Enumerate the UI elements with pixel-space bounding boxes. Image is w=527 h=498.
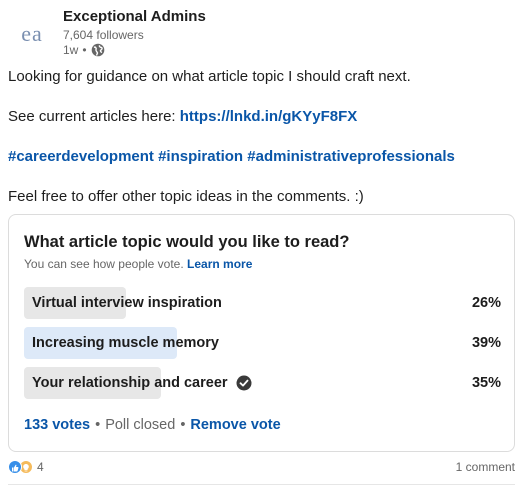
poll-status: Poll closed <box>105 417 176 433</box>
learn-more-link[interactable]: Learn more <box>187 257 252 271</box>
reactions-summary[interactable]: 4 <box>8 460 44 474</box>
poll-footer: 133 votes • Poll closed • Remove vote <box>24 417 281 433</box>
meta-separator: • <box>82 43 87 57</box>
post-text-prefix: See current articles here: <box>8 108 180 125</box>
footer-separator: • <box>180 417 186 433</box>
poll-option-label: Virtual interview inspiration <box>32 295 222 311</box>
poll-sub-text: You can see how people vote. <box>24 257 184 271</box>
like-icon <box>8 460 22 474</box>
poll-option-text: Your relationship and career <box>32 375 228 391</box>
social-counts: 4 1 comment <box>8 458 515 476</box>
poll-option-percent: 39% <box>471 335 501 351</box>
articles-link[interactable]: https://lnkd.in/gKYyF8FX <box>180 108 358 125</box>
divider <box>8 484 515 485</box>
post-text-line: Looking for guidance on what article top… <box>8 68 411 85</box>
comments-count-link[interactable]: 1 comment <box>456 460 515 474</box>
poll-question: What article topic would you like to rea… <box>24 233 350 251</box>
company-logo[interactable]: ea <box>8 10 56 58</box>
vote-count-link[interactable]: 133 votes <box>24 417 90 433</box>
poll-option-label: Your relationship and career <box>32 375 252 391</box>
post-meta: 1w • <box>63 43 105 57</box>
reaction-count: 4 <box>37 460 44 474</box>
footer-separator: • <box>95 417 101 433</box>
globe-icon <box>91 43 105 57</box>
hashtags[interactable]: #careerdevelopment #inspiration #adminis… <box>8 148 455 165</box>
post-text-line: Feel free to offer other topic ideas in … <box>8 188 364 205</box>
poll-option-text: Virtual interview inspiration <box>32 295 222 311</box>
poll-visibility-note: You can see how people vote. Learn more <box>24 257 252 271</box>
company-name[interactable]: Exceptional Admins <box>63 8 206 25</box>
poll-card: What article topic would you like to rea… <box>8 214 515 452</box>
checkmark-icon <box>236 375 252 391</box>
poll-option-selected[interactable]: Your relationship and career 35% <box>24 367 501 399</box>
poll-option-label: Increasing muscle memory <box>32 335 219 351</box>
post-text-articles: See current articles here: https://lnkd.… <box>8 108 357 125</box>
post-time: 1w <box>63 43 79 57</box>
poll-option[interactable]: Virtual interview inspiration 26% <box>24 287 501 319</box>
poll-option-percent: 35% <box>471 375 501 391</box>
poll-option[interactable]: Increasing muscle memory 39% <box>24 327 501 359</box>
post-header: ea Exceptional Admins 7,604 followers 1w… <box>0 0 527 64</box>
linkedin-post: ea Exceptional Admins 7,604 followers 1w… <box>0 0 527 498</box>
poll-option-percent: 26% <box>471 295 501 311</box>
poll-option-text: Increasing muscle memory <box>32 335 219 351</box>
follower-count: 7,604 followers <box>63 28 144 42</box>
remove-vote-button[interactable]: Remove vote <box>190 417 280 433</box>
